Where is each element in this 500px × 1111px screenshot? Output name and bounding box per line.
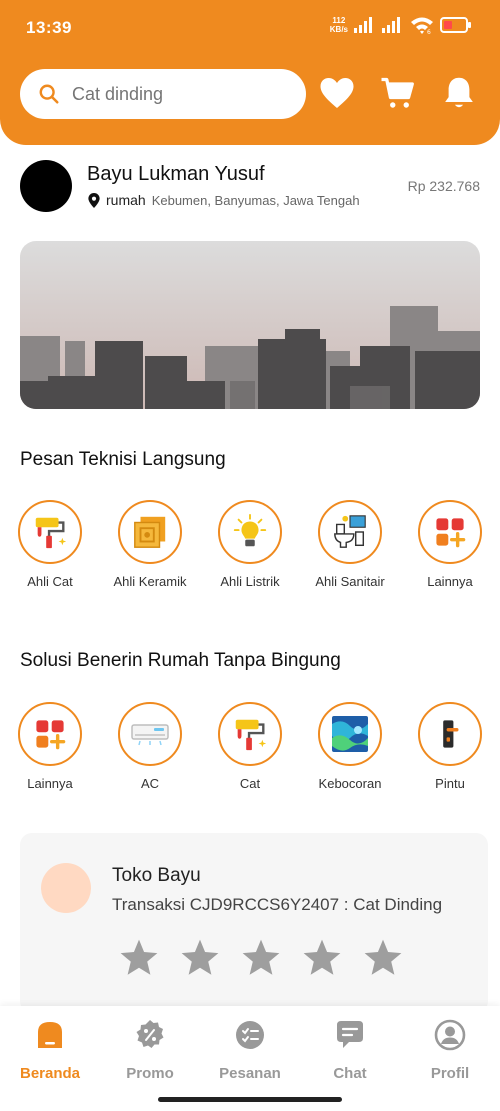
- review-card: Toko Bayu Transaksi CJD9RCCS6Y2407 : Cat…: [20, 833, 488, 1013]
- transaction-info: Transaksi CJD9RCCS6Y2407 : Cat Dinding: [112, 895, 443, 914]
- category-label: AC: [140, 776, 160, 791]
- category-lainnya[interactable]: Lainnya: [400, 500, 500, 589]
- city-skyline-illustration: [20, 306, 480, 409]
- nav-profil[interactable]: Profil: [400, 1018, 500, 1082]
- signal-icon: [354, 17, 372, 33]
- net-speed: 112 KB/s: [329, 16, 348, 34]
- star-icon[interactable]: [362, 937, 404, 979]
- search-icon: [39, 84, 59, 104]
- user-location[interactable]: rumah Kebumen, Banyumas, Jawa Tengah: [88, 192, 377, 208]
- paint-roller-icon: [35, 517, 67, 549]
- teknisi-category-row: Ahli Cat Ahli Keramik Ahli Listrik Ahli …: [0, 500, 500, 600]
- category-ahli-sanitair[interactable]: Ahli Sanitair: [300, 500, 400, 589]
- category-label: Ahli Sanitair: [315, 574, 385, 589]
- wifi-icon: 6: [411, 17, 433, 34]
- star-rating: [118, 937, 404, 979]
- star-icon[interactable]: [118, 937, 160, 979]
- water-leak-icon: [332, 716, 368, 752]
- toilet-icon: [334, 515, 366, 548]
- status-time: 13:39: [26, 18, 72, 37]
- battery-icon: [440, 17, 471, 33]
- status-bar: 13:39 112 KB/s 6: [0, 0, 500, 56]
- svg-text:6: 6: [427, 29, 431, 34]
- category-label: Ahli Cat: [27, 574, 73, 589]
- category-ahli-listrik[interactable]: Ahli Listrik: [200, 500, 300, 589]
- solusi-kebocoran[interactable]: Kebocoran: [300, 702, 400, 791]
- store-name: Toko Bayu: [112, 865, 201, 886]
- search-input[interactable]: [72, 83, 282, 105]
- nav-pesanan[interactable]: Pesanan: [200, 1018, 300, 1082]
- location-label: rumah: [106, 192, 146, 208]
- user-name: Bayu Lukman Yusuf: [87, 163, 265, 185]
- grid-plus-icon: [436, 518, 466, 548]
- search-bar[interactable]: [20, 69, 306, 119]
- balance[interactable]: Rp 232.768: [408, 178, 480, 194]
- heart-icon: [320, 78, 354, 108]
- bell-icon: [445, 77, 473, 108]
- nav-beranda[interactable]: Beranda: [0, 1018, 100, 1082]
- promo-badge-icon: [136, 1020, 164, 1048]
- section-title-solusi: Solusi Benerin Rumah Tanpa Bingung: [20, 650, 341, 671]
- nav-label: Pesanan: [219, 1065, 281, 1082]
- solusi-lainnya[interactable]: Lainnya: [0, 702, 100, 791]
- category-label: Ahli Listrik: [220, 574, 280, 589]
- orders-icon: [236, 1021, 264, 1049]
- cart-icon: [381, 77, 414, 108]
- door-handle-icon: [443, 720, 459, 748]
- app-header: 13:39 112 KB/s 6: [0, 0, 500, 145]
- bottom-navigation: Beranda Promo Pesanan Chat Profil: [0, 1006, 500, 1111]
- category-label: Cat: [239, 776, 261, 791]
- wishlist-button[interactable]: [318, 74, 356, 112]
- avatar[interactable]: [20, 160, 72, 212]
- notification-button[interactable]: [440, 74, 478, 112]
- nav-promo[interactable]: Promo: [100, 1018, 200, 1082]
- category-label: Ahli Keramik: [113, 574, 187, 589]
- location-address: Kebumen, Banyumas, Jawa Tengah: [151, 192, 360, 208]
- category-label: Lainnya: [27, 776, 73, 791]
- category-label: Lainnya: [427, 574, 473, 589]
- solusi-pintu[interactable]: Pintu: [400, 702, 500, 791]
- solusi-cat[interactable]: Cat: [200, 702, 300, 791]
- grid-plus-icon: [36, 720, 66, 750]
- gesture-home-bar[interactable]: [158, 1097, 342, 1102]
- tiles-icon: [134, 516, 166, 548]
- air-conditioner-icon: [131, 724, 169, 746]
- profile-icon: [434, 1019, 466, 1051]
- category-label: Kebocoran: [318, 776, 382, 791]
- store-avatar: [41, 863, 91, 913]
- category-ahli-cat[interactable]: Ahli Cat: [0, 500, 100, 589]
- location-pin-icon: [88, 192, 100, 208]
- star-icon[interactable]: [240, 937, 282, 979]
- light-bulb-icon: [233, 513, 267, 547]
- promo-banner[interactable]: [20, 241, 480, 409]
- solusi-ac[interactable]: AC: [100, 702, 200, 791]
- home-icon: [38, 1022, 62, 1048]
- star-icon[interactable]: [179, 937, 221, 979]
- signal-icon: [382, 17, 400, 33]
- nav-label: Beranda: [19, 1065, 81, 1082]
- star-icon[interactable]: [301, 937, 343, 979]
- section-title-teknisi: Pesan Teknisi Langsung: [20, 449, 226, 470]
- nav-chat[interactable]: Chat: [300, 1018, 400, 1082]
- nav-label: Promo: [126, 1065, 174, 1082]
- cart-button[interactable]: [379, 74, 417, 112]
- nav-label: Profil: [430, 1065, 470, 1082]
- status-icons: 112 KB/s 6: [330, 16, 472, 34]
- paint-roller-icon: [235, 719, 267, 751]
- solusi-category-row: Lainnya AC Cat Kebocoran Pintu: [0, 702, 500, 802]
- category-ahli-keramik[interactable]: Ahli Keramik: [100, 500, 200, 589]
- chat-icon: [337, 1021, 363, 1048]
- nav-label: Chat: [333, 1065, 367, 1082]
- category-label: Pintu: [435, 776, 465, 791]
